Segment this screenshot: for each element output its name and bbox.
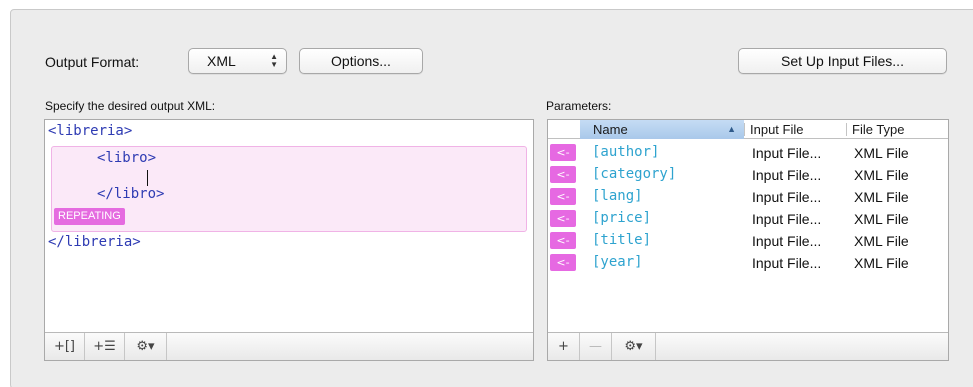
parameter-name[interactable]: [title] — [592, 232, 651, 248]
xml-root-open-tag[interactable]: <libreria> — [48, 123, 132, 139]
parameter-file-type: XML File — [854, 145, 909, 161]
parameter-input-file[interactable]: Input File... — [752, 233, 821, 249]
output-format-label: Output Format: — [45, 54, 140, 70]
dialog-window: Output Format: XML ▲ ▼ Options... Set Up … — [10, 9, 973, 387]
column-header-input-file-label: Input File — [750, 122, 804, 137]
options-button-label: Options... — [331, 53, 391, 69]
add-bracket-button[interactable]: +[] — [45, 333, 85, 360]
add-parameter-button[interactable]: + — [548, 333, 580, 360]
parameter-file-type: XML File — [854, 233, 909, 249]
parameters-footer-bar: + — ⚙▾ — [548, 332, 948, 360]
text-caret — [147, 170, 148, 186]
parameter-row[interactable]: <- [year] Input File... XML File — [548, 252, 948, 274]
column-header-file-type[interactable]: File Type — [846, 120, 948, 139]
column-header-name-label: Name — [593, 122, 628, 137]
options-button[interactable]: Options... — [299, 48, 423, 74]
parameter-name[interactable]: [price] — [592, 210, 651, 226]
parameter-input-file[interactable]: Input File... — [752, 255, 821, 271]
parameter-input-file[interactable]: Input File... — [752, 211, 821, 227]
parameters-table-header: Name ▲ Input File File Type — [548, 120, 948, 139]
set-up-input-files-button[interactable]: Set Up Input Files... — [738, 48, 947, 74]
parameter-name[interactable]: [year] — [592, 254, 643, 270]
select-arrows-icon: ▲ ▼ — [270, 52, 278, 69]
parameter-row[interactable]: <- [price] Input File... XML File — [548, 208, 948, 230]
parameter-file-type: XML File — [854, 211, 909, 227]
parameter-name[interactable]: [category] — [592, 166, 676, 182]
parameter-input-file[interactable]: Input File... — [752, 189, 821, 205]
parameters-gear-menu-button[interactable]: ⚙▾ — [612, 333, 656, 360]
repeating-block[interactable]: <libro> </libro> REPEATING — [51, 146, 527, 232]
insert-parameter-button[interactable]: <- — [550, 254, 576, 271]
parameter-file-type: XML File — [854, 167, 909, 183]
add-list-button[interactable]: +☰ — [85, 333, 125, 360]
editor-gear-menu-button[interactable]: ⚙▾ — [125, 333, 167, 360]
parameter-row[interactable]: <- [author] Input File... XML File — [548, 142, 948, 164]
output-format-select[interactable]: XML ▲ ▼ — [188, 48, 287, 74]
insert-parameter-button[interactable]: <- — [550, 144, 576, 161]
xml-editor-panel[interactable]: <libreria> <libro> </libro> REPEATING </… — [44, 119, 534, 361]
insert-parameter-button[interactable]: <- — [550, 188, 576, 205]
xml-root-close-tag[interactable]: </libreria> — [48, 234, 141, 250]
parameter-name[interactable]: [lang] — [592, 188, 643, 204]
parameter-row[interactable]: <- [lang] Input File... XML File — [548, 186, 948, 208]
parameter-row[interactable]: <- [category] Input File... XML File — [548, 164, 948, 186]
parameters-heading: Parameters: — [546, 99, 612, 113]
column-header-name[interactable]: Name ▲ — [580, 120, 744, 139]
parameter-name[interactable]: [author] — [592, 144, 659, 160]
repeating-badge[interactable]: REPEATING — [54, 208, 125, 225]
parameter-file-type: XML File — [854, 189, 909, 205]
parameters-panel[interactable]: Name ▲ Input File File Type <- [author] … — [547, 119, 949, 361]
parameter-file-type: XML File — [854, 255, 909, 271]
output-xml-heading: Specify the desired output XML: — [45, 99, 216, 113]
set-up-input-files-label: Set Up Input Files... — [781, 53, 904, 69]
output-format-value: XML — [207, 53, 236, 69]
column-header-input-file[interactable]: Input File — [744, 120, 846, 139]
column-header-file-type-label: File Type — [852, 122, 905, 137]
insert-parameter-button[interactable]: <- — [550, 166, 576, 183]
insert-parameter-button[interactable]: <- — [550, 210, 576, 227]
parameter-row[interactable]: <- [title] Input File... XML File — [548, 230, 948, 252]
xml-child-open-tag[interactable]: <libro> — [97, 150, 156, 166]
remove-parameter-button[interactable]: — — [580, 333, 612, 360]
editor-footer-bar: +[] +☰ ⚙▾ — [45, 332, 533, 360]
xml-child-close-tag[interactable]: </libro> — [97, 186, 164, 202]
sort-ascending-icon: ▲ — [727, 124, 736, 134]
parameter-input-file[interactable]: Input File... — [752, 167, 821, 183]
insert-parameter-button[interactable]: <- — [550, 232, 576, 249]
parameter-input-file[interactable]: Input File... — [752, 145, 821, 161]
